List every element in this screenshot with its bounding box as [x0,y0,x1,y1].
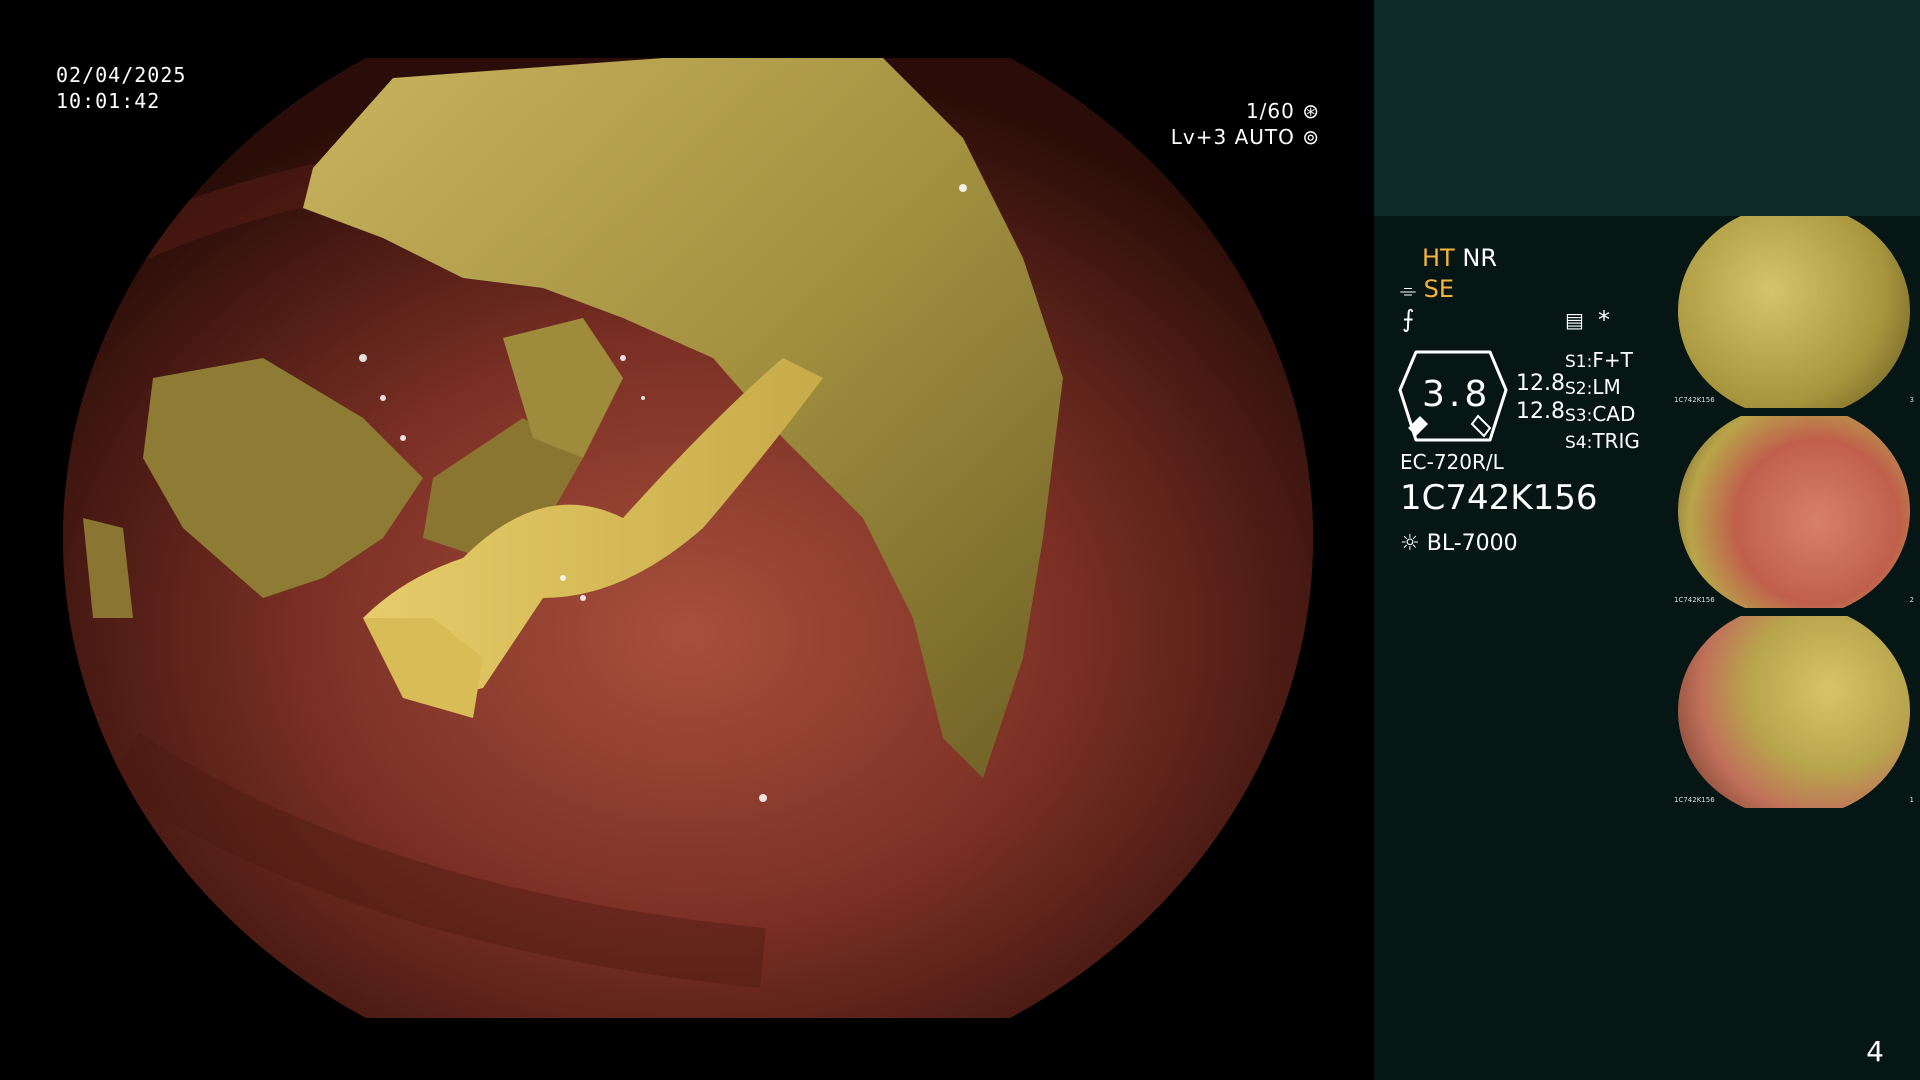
thumbnail-image [1678,216,1910,408]
pressure-bottom: 12.8 [1516,399,1565,424]
switch-key: S1 [1565,352,1587,372]
switch-row-s1: S1:F+T [1565,348,1633,372]
switch-value: F+T [1592,348,1633,372]
thumbnail-image [1678,416,1910,608]
nr-label: NR [1462,244,1497,272]
color-tone-icon: ⨍ [1402,305,1415,333]
switch-row-s4: S4:TRIG [1565,429,1640,453]
asterisk-mark: * [1598,306,1610,334]
endoscope-scene [63,58,1313,1018]
panel-header-bar [1374,0,1920,216]
exposure-overlay: 1/60 ⊛ Lv+3 AUTO ⊚ [1120,98,1320,150]
endoscope-image [63,58,1313,1018]
shutter-text: 1/60 [1245,99,1295,123]
switch-value: TRIG [1592,429,1640,453]
switch-key: S2 [1565,379,1587,399]
se-label: SE [1423,275,1455,303]
switch-list: S1:F+T S2:LM S3:CAD S4:TRIG [1565,348,1640,456]
thumbnail-label: 1C742K156 [1674,796,1715,804]
thumbnail-image [1678,616,1910,808]
gauge-value: 3.8 [1422,374,1492,415]
ht-label: HT [1422,244,1455,272]
level-text: Lv+3 AUTO [1170,125,1295,149]
shutter-icon: ⊛ [1302,99,1320,123]
light-source-row: ☼ BL-7000 [1400,530,1518,558]
se-row: ⌯ SE [1400,275,1454,304]
switch-row-s3: S3:CAD [1565,402,1636,426]
thumbnail-2[interactable]: 1C742K156 2 [1670,416,1918,608]
switch-key: S3 [1565,406,1587,426]
switch-value: CAD [1592,402,1636,426]
thumbnail-index: 1 [1909,796,1914,804]
page-number: 4 [1866,1035,1884,1068]
switch-row-s2: S2:LM [1565,375,1621,399]
date-text: 02/04/2025 [56,63,187,87]
datetime-overlay: 02/04/2025 10:01:42 [56,62,186,114]
structure-enhance-icon: ⌯ [1400,278,1416,302]
auto-iris-icon: ⊚ [1302,125,1320,149]
menu-icon: ▤ [1565,308,1584,332]
thumbnail-label: 1C742K156 [1674,596,1715,604]
pressure-top: 12.8 [1516,371,1565,396]
time-text: 10:01:42 [56,89,161,113]
light-source-text: BL-7000 [1426,531,1518,556]
thumbnail-index: 3 [1909,396,1914,404]
level-row: Lv+3 AUTO ⊚ [1120,124,1320,150]
light-source-icon: ☼ [1400,531,1420,556]
scope-model: EC-720R/L [1400,450,1504,474]
thumbnail-3[interactable]: 1C742K156 1 [1670,616,1918,808]
thumbnail-1[interactable]: 1C742K156 3 [1670,216,1918,408]
thumbnail-index: 2 [1909,596,1914,604]
thumbnail-label: 1C742K156 [1674,396,1715,404]
switch-value: LM [1592,375,1621,399]
shutter-row: 1/60 ⊛ [1120,98,1320,124]
switch-key: S4 [1565,433,1587,453]
scope-serial: 1C742K156 [1400,478,1598,518]
ht-nr-row: HT NR [1422,244,1497,272]
